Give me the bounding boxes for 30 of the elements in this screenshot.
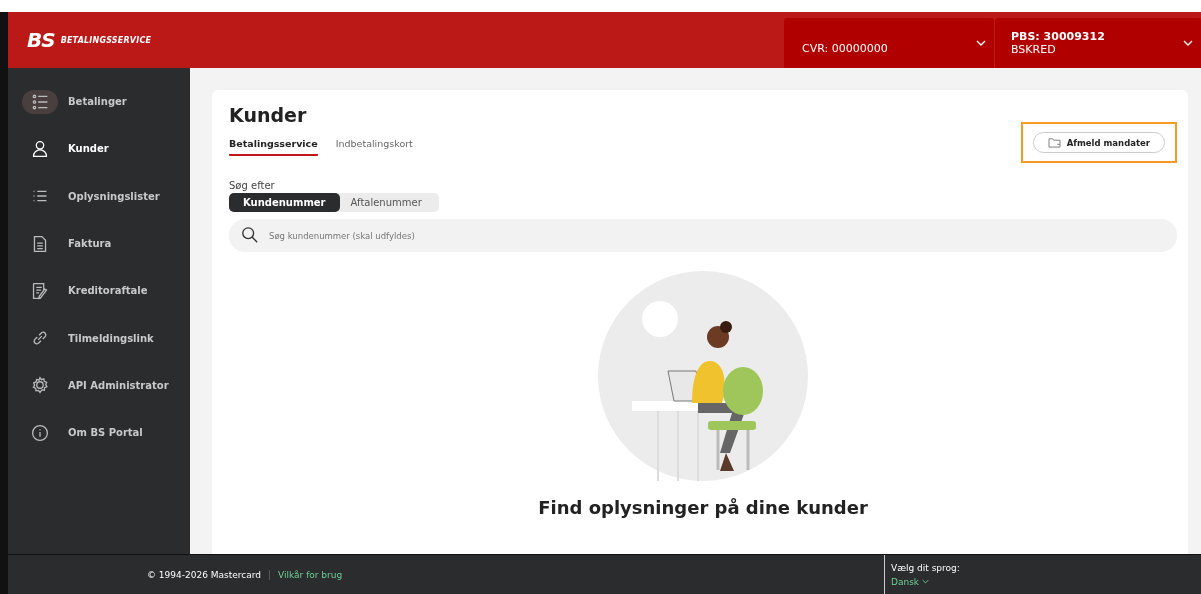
sidebar-item[interactable]: Oplysningslister — [8, 172, 190, 220]
chevron-down-icon — [922, 579, 930, 584]
chevron-down-icon — [976, 40, 986, 46]
sidebar-item[interactable]: Kunder — [8, 125, 190, 173]
tab[interactable]: Indbetalingskort — [335, 138, 413, 156]
account-selector[interactable]: PBS: 30009312 BSKRED — [995, 18, 1201, 68]
terms-link[interactable]: Vilkår for brug — [270, 569, 343, 580]
copyright-text: © 1994-2026 Mastercard — [147, 569, 271, 580]
logo-text: BETALINGSSERVICE — [60, 35, 152, 45]
search-field[interactable]: Søg kundenummer (skal udfyldes) — [229, 219, 1177, 252]
logo-mark: BS — [27, 30, 55, 50]
folder-icon — [1047, 137, 1061, 148]
unsubscribe-button[interactable]: Afmeld mandater — [1032, 132, 1165, 153]
tab[interactable]: Betalingsservice — [229, 138, 318, 156]
sidebar-item[interactable]: Om BS Portal — [8, 409, 190, 457]
page-title: Kunder — [229, 104, 308, 126]
sidebar-item[interactable]: Tilmeldingslink — [8, 314, 190, 362]
account-selector[interactable]: CVR: 00000000 — [784, 18, 994, 68]
sidebar-item[interactable]: Betalinger — [8, 78, 190, 126]
segment-option[interactable]: Kundenummer — [229, 193, 340, 212]
segment-option[interactable]: Aftalenummer — [339, 193, 433, 212]
language-selector[interactable]: Dansk — [891, 576, 960, 587]
sidebar-item[interactable]: Kreditoraftale — [8, 267, 190, 315]
sidebar-item[interactable]: Faktura — [8, 219, 190, 268]
language-label: Vælg dit sprog: — [891, 562, 960, 573]
search-icon — [241, 226, 259, 244]
sidebar-item[interactable]: API Administrator — [8, 361, 190, 410]
chevron-down-icon — [1183, 40, 1193, 46]
empty-state-heading: Find oplysninger på dine kunder — [538, 497, 868, 518]
search-by-label: Søg efter — [229, 180, 276, 191]
